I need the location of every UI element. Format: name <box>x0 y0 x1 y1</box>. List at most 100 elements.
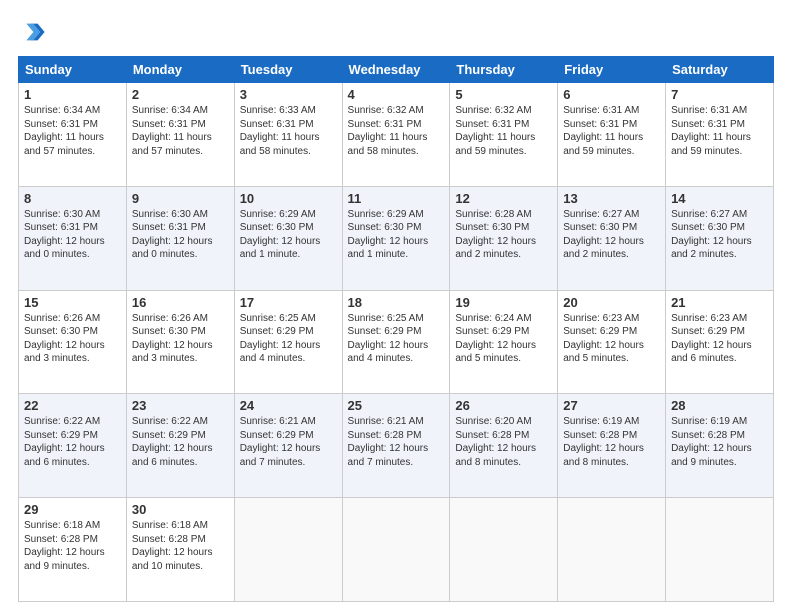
day-number: 26 <box>455 398 552 413</box>
calendar-cell: 23 Sunrise: 6:22 AMSunset: 6:29 PMDayligh… <box>126 394 234 498</box>
day-info: Sunrise: 6:22 AMSunset: 6:29 PMDaylight:… <box>132 415 229 469</box>
weekday-header-sunday: Sunday <box>19 57 127 83</box>
calendar-cell <box>666 498 774 602</box>
calendar-cell: 17 Sunrise: 6:25 AMSunset: 6:29 PMDayligh… <box>234 290 342 394</box>
day-info: Sunrise: 6:21 AMSunset: 6:28 PMDaylight:… <box>348 415 445 469</box>
day-info: Sunrise: 6:29 AMSunset: 6:30 PMDaylight:… <box>348 208 445 262</box>
day-number: 29 <box>24 502 121 517</box>
calendar-table: SundayMondayTuesdayWednesdayThursdayFrid… <box>18 56 774 602</box>
calendar-cell: 28 Sunrise: 6:19 AMSunset: 6:28 PMDayligh… <box>666 394 774 498</box>
day-info: Sunrise: 6:30 AMSunset: 6:31 PMDaylight:… <box>24 208 121 262</box>
weekday-header-thursday: Thursday <box>450 57 558 83</box>
calendar-cell: 1 Sunrise: 6:34 AMSunset: 6:31 PMDaylight… <box>19 83 127 187</box>
day-info: Sunrise: 6:31 AMSunset: 6:31 PMDaylight:… <box>563 104 660 158</box>
weekday-header-friday: Friday <box>558 57 666 83</box>
day-info: Sunrise: 6:33 AMSunset: 6:31 PMDaylight:… <box>240 104 337 158</box>
day-number: 9 <box>132 191 229 206</box>
logo-icon <box>18 18 46 46</box>
day-info: Sunrise: 6:22 AMSunset: 6:29 PMDaylight:… <box>24 415 121 469</box>
day-info: Sunrise: 6:27 AMSunset: 6:30 PMDaylight:… <box>671 208 768 262</box>
day-info: Sunrise: 6:24 AMSunset: 6:29 PMDaylight:… <box>455 312 552 366</box>
calendar-cell: 30 Sunrise: 6:18 AMSunset: 6:28 PMDayligh… <box>126 498 234 602</box>
day-number: 5 <box>455 87 552 102</box>
day-number: 17 <box>240 295 337 310</box>
day-number: 1 <box>24 87 121 102</box>
day-number: 30 <box>132 502 229 517</box>
calendar-cell: 24 Sunrise: 6:21 AMSunset: 6:29 PMDayligh… <box>234 394 342 498</box>
day-number: 15 <box>24 295 121 310</box>
day-info: Sunrise: 6:19 AMSunset: 6:28 PMDaylight:… <box>671 415 768 469</box>
calendar-cell <box>342 498 450 602</box>
calendar-cell: 7 Sunrise: 6:31 AMSunset: 6:31 PMDaylight… <box>666 83 774 187</box>
day-number: 13 <box>563 191 660 206</box>
calendar-cell: 11 Sunrise: 6:29 AMSunset: 6:30 PMDayligh… <box>342 186 450 290</box>
calendar-cell: 13Sunrise: 6:27 AMSunset: 6:30 PMDayligh… <box>558 186 666 290</box>
calendar-cell: 12 Sunrise: 6:28 AMSunset: 6:30 PMDayligh… <box>450 186 558 290</box>
day-number: 24 <box>240 398 337 413</box>
calendar-cell: 18Sunrise: 6:25 AMSunset: 6:29 PMDayligh… <box>342 290 450 394</box>
calendar-cell: 27 Sunrise: 6:19 AMSunset: 6:28 PMDayligh… <box>558 394 666 498</box>
day-info: Sunrise: 6:23 AMSunset: 6:29 PMDaylight:… <box>563 312 660 366</box>
day-info: Sunrise: 6:18 AMSunset: 6:28 PMDaylight:… <box>24 519 121 573</box>
logo <box>18 18 50 46</box>
calendar-cell: 5 Sunrise: 6:32 AMSunset: 6:31 PMDaylight… <box>450 83 558 187</box>
day-number: 12 <box>455 191 552 206</box>
day-number: 16 <box>132 295 229 310</box>
day-number: 10 <box>240 191 337 206</box>
day-number: 21 <box>671 295 768 310</box>
calendar-cell: 29 Sunrise: 6:18 AMSunset: 6:28 PMDayligh… <box>19 498 127 602</box>
day-info: Sunrise: 6:34 AMSunset: 6:31 PMDaylight:… <box>24 104 121 158</box>
day-number: 2 <box>132 87 229 102</box>
day-number: 19 <box>455 295 552 310</box>
day-number: 27 <box>563 398 660 413</box>
day-number: 22 <box>24 398 121 413</box>
calendar-cell: 4 Sunrise: 6:32 AMSunset: 6:31 PMDaylight… <box>342 83 450 187</box>
day-info: Sunrise: 6:32 AMSunset: 6:31 PMDaylight:… <box>455 104 552 158</box>
day-number: 3 <box>240 87 337 102</box>
day-number: 8 <box>24 191 121 206</box>
calendar-cell: 2 Sunrise: 6:34 AMSunset: 6:31 PMDaylight… <box>126 83 234 187</box>
day-info: Sunrise: 6:29 AMSunset: 6:30 PMDaylight:… <box>240 208 337 262</box>
day-info: Sunrise: 6:23 AMSunset: 6:29 PMDaylight:… <box>671 312 768 366</box>
day-number: 28 <box>671 398 768 413</box>
calendar-cell: 9 Sunrise: 6:30 AMSunset: 6:31 PMDaylight… <box>126 186 234 290</box>
calendar-cell <box>234 498 342 602</box>
day-number: 11 <box>348 191 445 206</box>
calendar-cell: 10 Sunrise: 6:29 AMSunset: 6:30 PMDayligh… <box>234 186 342 290</box>
calendar-cell: 16 Sunrise: 6:26 AMSunset: 6:30 PMDayligh… <box>126 290 234 394</box>
day-info: Sunrise: 6:21 AMSunset: 6:29 PMDaylight:… <box>240 415 337 469</box>
day-info: Sunrise: 6:31 AMSunset: 6:31 PMDaylight:… <box>671 104 768 158</box>
day-info: Sunrise: 6:26 AMSunset: 6:30 PMDaylight:… <box>24 312 121 366</box>
day-info: Sunrise: 6:19 AMSunset: 6:28 PMDaylight:… <box>563 415 660 469</box>
day-number: 25 <box>348 398 445 413</box>
weekday-header-wednesday: Wednesday <box>342 57 450 83</box>
day-info: Sunrise: 6:28 AMSunset: 6:30 PMDaylight:… <box>455 208 552 262</box>
day-number: 23 <box>132 398 229 413</box>
weekday-header-monday: Monday <box>126 57 234 83</box>
calendar-cell <box>450 498 558 602</box>
day-info: Sunrise: 6:18 AMSunset: 6:28 PMDaylight:… <box>132 519 229 573</box>
day-info: Sunrise: 6:20 AMSunset: 6:28 PMDaylight:… <box>455 415 552 469</box>
day-number: 4 <box>348 87 445 102</box>
page-header <box>18 18 774 46</box>
calendar-cell: 22 Sunrise: 6:22 AMSunset: 6:29 PMDayligh… <box>19 394 127 498</box>
calendar-cell: 14 Sunrise: 6:27 AMSunset: 6:30 PMDayligh… <box>666 186 774 290</box>
day-number: 18 <box>348 295 445 310</box>
calendar-cell <box>558 498 666 602</box>
calendar-cell: 8 Sunrise: 6:30 AMSunset: 6:31 PMDaylight… <box>19 186 127 290</box>
weekday-header-tuesday: Tuesday <box>234 57 342 83</box>
calendar-cell: 26 Sunrise: 6:20 AMSunset: 6:28 PMDayligh… <box>450 394 558 498</box>
day-info: Sunrise: 6:32 AMSunset: 6:31 PMDaylight:… <box>348 104 445 158</box>
calendar-cell: 19 Sunrise: 6:24 AMSunset: 6:29 PMDayligh… <box>450 290 558 394</box>
day-info: Sunrise: 6:34 AMSunset: 6:31 PMDaylight:… <box>132 104 229 158</box>
day-number: 14 <box>671 191 768 206</box>
calendar-cell: 3 Sunrise: 6:33 AMSunset: 6:31 PMDaylight… <box>234 83 342 187</box>
calendar-cell: 25 Sunrise: 6:21 AMSunset: 6:28 PMDayligh… <box>342 394 450 498</box>
day-info: Sunrise: 6:30 AMSunset: 6:31 PMDaylight:… <box>132 208 229 262</box>
day-info: Sunrise: 6:26 AMSunset: 6:30 PMDaylight:… <box>132 312 229 366</box>
calendar-cell: 20 Sunrise: 6:23 AMSunset: 6:29 PMDayligh… <box>558 290 666 394</box>
day-number: 20 <box>563 295 660 310</box>
calendar-cell: 21 Sunrise: 6:23 AMSunset: 6:29 PMDayligh… <box>666 290 774 394</box>
day-info: Sunrise: 6:25 AMSunset: 6:29 PMDaylight:… <box>240 312 337 366</box>
day-number: 7 <box>671 87 768 102</box>
